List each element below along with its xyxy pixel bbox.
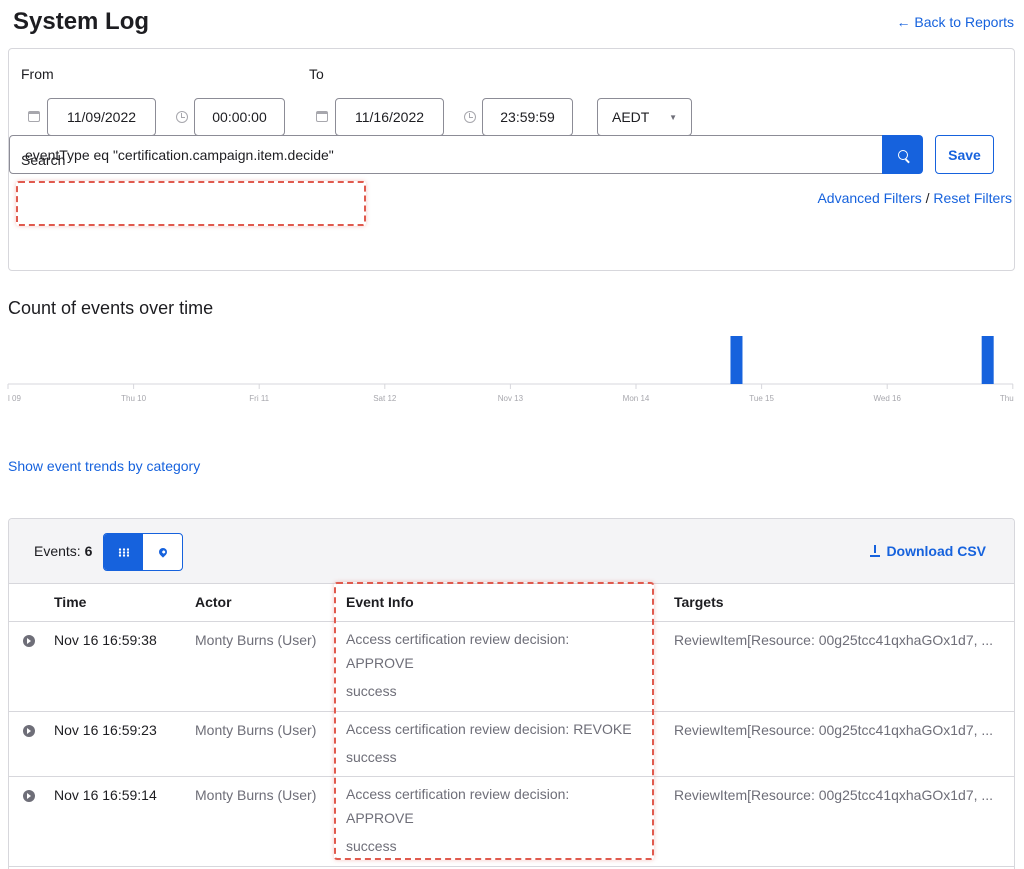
chart-x-tick-label: Wed 16 [873,394,901,403]
event-time: Nov 16 16:59:14 [54,776,195,867]
search-button[interactable] [882,135,923,174]
back-to-reports-link[interactable]: ← Back to Reports [897,14,1015,30]
event-time: Nov 16 16:59:38 [54,621,195,712]
events-count-value: 6 [84,543,93,559]
from-time-input[interactable]: 00:00:00 [194,98,285,136]
reset-filters-link[interactable]: Reset Filters [933,190,1012,206]
chart-bar[interactable] [730,336,743,384]
expand-row-icon[interactable] [23,634,35,647]
advanced-filters-link[interactable]: Advanced Filters [817,190,921,206]
from-label: From [21,66,54,82]
download-csv-label: Download CSV [886,543,986,559]
event-info-line1: Access certification review decision: [346,630,570,647]
event-target: ReviewItem[Resource: 00g25tcc41qxhaGOx1d… [674,776,1014,867]
event-actor: Monty Burns (User) [195,776,346,867]
chart-x-tick-label: Thu [1000,394,1014,403]
view-toggle [103,533,183,571]
column-header-targets: Targets [674,584,1014,622]
list-view-button[interactable] [104,534,143,570]
calendar-icon [27,111,41,125]
chart-x-tick-label: Mon 14 [623,394,650,403]
events-table: Time Actor Event Info Targets Nov 16 16:… [9,584,1014,867]
from-date-input[interactable]: 11/09/2022 [47,98,156,136]
timezone-value: AEDT [612,109,650,125]
clock-icon [175,111,189,125]
events-count: Events: 6 [34,543,92,559]
expand-row-icon[interactable] [23,789,35,802]
event-info-line2: APPROVE [346,809,414,826]
event-actor: Monty Burns (User) [195,711,346,777]
table-row[interactable]: Nov 16 16:59:23 Monty Burns (User) Acces… [9,711,1014,777]
filter-links: Advanced Filters / Reset Filters [817,190,1012,206]
chart-x-tick-label: l 09 [8,394,21,403]
event-time: Nov 16 16:59:23 [54,711,195,777]
events-count-label: Events: [34,543,81,559]
event-info-line1: Access certification review decision: [346,785,570,802]
events-header: Events: 6 Download CSV [9,519,1014,584]
download-icon [870,545,881,557]
event-info: Access certification review decision: AP… [346,776,674,867]
column-header-event-info: Event Info [346,584,674,622]
chart-x-tick-label: Thu 10 [121,394,146,403]
chart-x-tick-label: Fri 11 [249,394,269,403]
chart-x-tick-label: Tue 15 [749,394,774,403]
calendar-icon [315,111,329,125]
event-info: Access certification review decision: RE… [346,711,674,777]
search-icon [897,149,908,160]
chevron-down-icon: ▼ [669,112,677,122]
map-pin-icon [156,546,169,558]
table-header-row: Time Actor Event Info Targets [9,584,1014,622]
event-info-line2: APPROVE [346,654,414,671]
chart-title: Count of events over time [8,298,214,318]
event-info-line1: Access certification review decision: RE… [346,720,632,737]
timezone-select[interactable]: AEDT ▼ [597,98,692,136]
table-row[interactable]: Nov 16 16:59:14 Monty Burns (User) Acces… [9,776,1014,867]
to-date-input[interactable]: 11/16/2022 [335,98,444,136]
column-header-actor: Actor [195,584,346,622]
column-header-time: Time [54,584,195,622]
show-event-trends-link[interactable]: Show event trends by category [8,458,200,474]
save-button[interactable]: Save [935,135,994,174]
event-outcome: success [346,682,397,699]
chart-x-tick-label: Sat 12 [373,394,397,403]
download-csv-link[interactable]: Download CSV [870,543,986,559]
events-panel: Events: 6 Download CSV Time Actor Event … [8,518,1015,869]
event-outcome: success [346,837,397,854]
to-time-input[interactable]: 23:59:59 [482,98,573,136]
grid-icon [118,547,129,557]
expand-row-icon[interactable] [23,724,35,737]
page-title: System Log [13,8,150,35]
chart-bar[interactable] [981,336,994,384]
event-target: ReviewItem[Resource: 00g25tcc41qxhaGOx1d… [674,621,1014,712]
clock-icon [463,111,477,125]
events-over-time-chart: l 09 Thu 10 Fri 11 Sat 12 Nov 13 Mon 14 Tue 15… [7,336,1014,403]
table-row[interactable]: Nov 16 16:59:38 Monty Burns (User) Acces… [9,621,1014,712]
event-actor: Monty Burns (User) [195,621,346,712]
event-target: ReviewItem[Resource: 00g25tcc41qxhaGOx1d… [674,711,1014,777]
column-header-expand [9,584,54,622]
chart-x-tick-label: Nov 13 [498,394,524,403]
event-outcome: success [346,748,397,765]
to-label: To [309,66,324,82]
map-view-button[interactable] [143,534,182,570]
search-input[interactable]: eventType eq "certification.campaign.ite… [9,135,883,174]
filter-link-separator: / [921,190,934,206]
event-info: Access certification review decision: AP… [346,621,674,712]
